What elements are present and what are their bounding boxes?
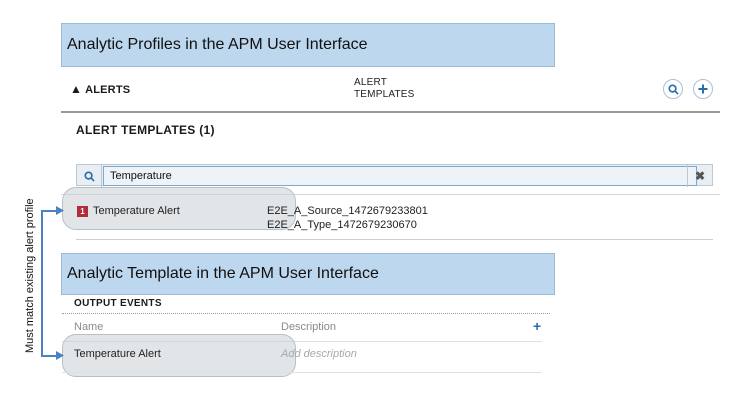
result-name[interactable]: Temperature Alert bbox=[93, 205, 180, 217]
plus-icon bbox=[698, 84, 708, 94]
tab-alert-templates[interactable]: ALERT TEMPLATES bbox=[354, 77, 415, 101]
plus-icon: + bbox=[533, 318, 542, 334]
result-divider bbox=[76, 239, 713, 240]
search-bar: ✖ bbox=[76, 164, 713, 187]
result-badge: 1 bbox=[77, 206, 88, 217]
search-input[interactable] bbox=[103, 166, 697, 186]
search-bar-icon[interactable] bbox=[77, 165, 102, 187]
clear-search-button[interactable]: ✖ bbox=[687, 165, 712, 187]
side-note: Must match existing alert profile bbox=[24, 198, 36, 353]
profiles-banner: Analytic Profiles in the APM User Interf… bbox=[61, 23, 555, 67]
column-name-header: Name bbox=[74, 321, 104, 333]
section-title: ALERT TEMPLATES (1) bbox=[76, 123, 215, 137]
tab-alerts[interactable]: ▲ ALERTS bbox=[70, 82, 130, 96]
result-type: E2E_A_Type_1472679230670 bbox=[267, 219, 417, 231]
tabs-divider bbox=[61, 111, 720, 113]
search-button[interactable] bbox=[663, 79, 683, 99]
add-output-event-button[interactable]: + bbox=[533, 318, 541, 334]
connector-vertical bbox=[41, 210, 43, 356]
event-name[interactable]: Temperature Alert bbox=[74, 348, 161, 360]
arrow-head-top bbox=[56, 206, 64, 215]
profiles-banner-text: Analytic Profiles in the APM User Interf… bbox=[67, 36, 368, 53]
magnifier-icon bbox=[83, 170, 95, 182]
row-divider bbox=[62, 372, 542, 373]
column-description-header: Description bbox=[281, 321, 337, 333]
output-events-divider bbox=[62, 313, 550, 314]
result-source: E2E_A_Source_1472679233801 bbox=[267, 205, 428, 217]
template-banner-text: Analytic Template in the APM User Interf… bbox=[67, 265, 379, 282]
event-description-placeholder[interactable]: Add description bbox=[281, 348, 357, 360]
search-icon bbox=[667, 83, 679, 95]
tab-alert-templates-line2: TEMPLATES bbox=[354, 89, 415, 100]
warning-icon: ▲ bbox=[70, 82, 83, 96]
add-button[interactable] bbox=[693, 79, 713, 99]
template-banner: Analytic Template in the APM User Interf… bbox=[61, 253, 555, 295]
arrow-head-bottom bbox=[56, 351, 64, 360]
close-icon: ✖ bbox=[694, 169, 706, 183]
tab-alerts-label: ALERTS bbox=[85, 84, 131, 96]
tab-alert-templates-line1: ALERT bbox=[354, 77, 388, 88]
output-events-title: OUTPUT EVENTS bbox=[74, 298, 162, 309]
